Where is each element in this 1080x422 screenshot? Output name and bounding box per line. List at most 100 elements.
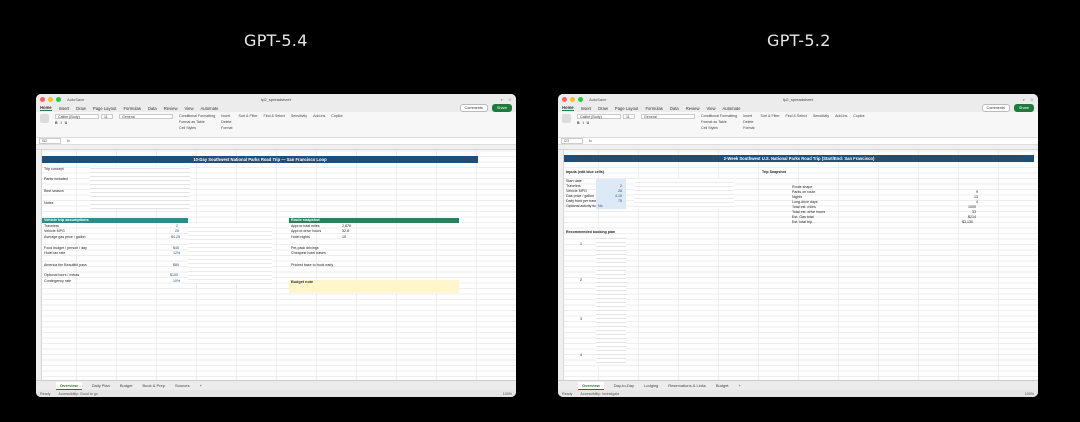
conditional-formatting-button[interactable]: Conditional Formatting xyxy=(179,114,215,118)
comments-button[interactable]: Comments xyxy=(459,104,488,112)
copilot-button[interactable]: Copilot xyxy=(331,114,342,118)
assumption-value[interactable]: $80 xyxy=(173,263,179,268)
menu-review[interactable]: Review xyxy=(164,106,178,111)
name-box[interactable]: I52 xyxy=(39,138,61,144)
share-button[interactable]: Share xyxy=(1013,104,1034,112)
autosave-label[interactable]: AutoSave xyxy=(67,97,84,102)
share-button[interactable]: Share xyxy=(491,104,512,112)
menu-view[interactable]: View xyxy=(184,106,193,111)
paste-icon[interactable] xyxy=(562,114,571,123)
add-sheet-icon[interactable]: + xyxy=(200,383,202,388)
accessibility-status[interactable]: Accessibility: Good to go xyxy=(58,392,97,396)
menu-formulas[interactable]: Formulas xyxy=(645,106,662,111)
assumption-value[interactable]: 25 xyxy=(175,229,179,234)
sheet-grid[interactable]: 2-Week Southwest U.S. National Parks Roa… xyxy=(558,145,1038,380)
sheet-grid[interactable]: 10-Day Southwest National Parks Road Tri… xyxy=(36,145,516,380)
menu-data[interactable]: Data xyxy=(670,106,679,111)
format-button[interactable]: Format xyxy=(221,126,232,130)
assumption-value[interactable]: 12% xyxy=(173,251,180,256)
menu-insert[interactable]: Insert xyxy=(59,106,69,111)
tab-lodging[interactable]: Lodging xyxy=(644,383,658,388)
close-icon[interactable] xyxy=(562,96,567,102)
menu-home[interactable]: Home xyxy=(40,105,52,111)
copilot-button[interactable]: Copilot xyxy=(853,114,864,118)
font-size-select[interactable]: 11 xyxy=(623,114,635,119)
tab-sources[interactable]: Sources xyxy=(175,383,190,388)
underline-icon[interactable]: U xyxy=(587,121,590,125)
tab-book-prep[interactable]: Book & Prep xyxy=(143,383,165,388)
bold-icon[interactable]: B xyxy=(577,121,580,125)
close-icon[interactable] xyxy=(40,96,45,102)
profile-icon[interactable]: ☺ xyxy=(1030,97,1034,102)
tab-day-to-day[interactable]: Day-to-Day xyxy=(614,383,634,388)
tab-budget[interactable]: Budget xyxy=(120,383,133,388)
comments-button[interactable]: Comments xyxy=(981,104,1010,112)
menu-review[interactable]: Review xyxy=(686,106,700,111)
paste-icon[interactable] xyxy=(40,114,49,123)
menu-draw[interactable]: Draw xyxy=(76,106,86,111)
find-select-button[interactable]: Find & Select xyxy=(786,114,807,118)
format-as-table-button[interactable]: Format as Table xyxy=(701,120,737,124)
italic-icon[interactable]: I xyxy=(61,121,62,125)
format-as-table-button[interactable]: Format as Table xyxy=(179,120,215,124)
cell-styles-button[interactable]: Cell Styles xyxy=(179,126,215,130)
add-ins-button[interactable]: Add-ins xyxy=(835,114,847,118)
insert-button[interactable]: Insert xyxy=(221,114,232,118)
sort-filter-button[interactable]: Sort & Filter xyxy=(761,114,780,118)
zoom-level[interactable]: 100% xyxy=(503,392,512,396)
input-value[interactable]: 75 xyxy=(618,199,622,204)
tab-overview[interactable]: Overview xyxy=(56,381,82,390)
delete-button[interactable]: Delete xyxy=(743,120,754,124)
tab-daily-plan[interactable]: Daily Plan xyxy=(92,383,110,388)
add-sheet-icon[interactable]: + xyxy=(739,383,741,388)
tab-reservations-links[interactable]: Reservations & Links xyxy=(668,383,706,388)
number-format-select[interactable]: General xyxy=(119,114,173,119)
minimize-icon[interactable] xyxy=(570,96,575,102)
menu-insert[interactable]: Insert xyxy=(581,106,591,111)
menu-data[interactable]: Data xyxy=(148,106,157,111)
menu-automate[interactable]: Automate xyxy=(723,106,741,111)
assumption-value[interactable]: $4.25 xyxy=(171,235,180,240)
menu-page-layout[interactable]: Page Layout xyxy=(93,106,117,111)
assumption-value[interactable]: 10% xyxy=(173,279,180,284)
insert-button[interactable]: Insert xyxy=(743,114,754,118)
find-select-button[interactable]: Find & Select xyxy=(264,114,285,118)
tab-budget[interactable]: Budget xyxy=(716,383,729,388)
profile-icon[interactable]: ☺ xyxy=(508,97,512,102)
menu-view[interactable]: View xyxy=(706,106,715,111)
name-box[interactable]: I23 xyxy=(561,138,583,144)
format-button[interactable]: Format xyxy=(743,126,754,130)
menu-formulas[interactable]: Formulas xyxy=(123,106,140,111)
underline-icon[interactable]: U xyxy=(65,121,68,125)
autosave-label[interactable]: AutoSave xyxy=(589,97,606,102)
search-icon[interactable]: ⌕ xyxy=(501,97,503,102)
font-size-select[interactable]: 11 xyxy=(101,114,113,119)
number-format-select[interactable]: General xyxy=(641,114,695,119)
assumption-label: Optional tours / extras xyxy=(44,273,80,277)
font-select[interactable]: Calibri (Body) xyxy=(55,114,99,119)
sensitivity-button[interactable]: Sensitivity xyxy=(813,114,829,118)
search-icon[interactable]: ⌕ xyxy=(1023,97,1025,102)
accessibility-status[interactable]: Accessibility: Investigate xyxy=(580,392,619,396)
zoom-icon[interactable] xyxy=(56,96,61,102)
ribbon: Calibri (Body) 11 BIU General Conditiona… xyxy=(558,112,1038,138)
delete-button[interactable]: Delete xyxy=(221,120,232,124)
menu-draw[interactable]: Draw xyxy=(598,106,608,111)
sensitivity-button[interactable]: Sensitivity xyxy=(291,114,307,118)
zoom-level[interactable]: 100% xyxy=(1025,392,1034,396)
tab-overview[interactable]: Overview xyxy=(578,381,604,390)
menu-page-layout[interactable]: Page Layout xyxy=(615,106,639,111)
zoom-icon[interactable] xyxy=(578,96,583,102)
menu-home[interactable]: Home xyxy=(562,105,574,111)
input-value[interactable]: No xyxy=(598,204,603,209)
italic-icon[interactable]: I xyxy=(583,121,584,125)
conditional-formatting-button[interactable]: Conditional Formatting xyxy=(701,114,737,118)
menu-automate[interactable]: Automate xyxy=(201,106,219,111)
add-ins-button[interactable]: Add-ins xyxy=(313,114,325,118)
font-select[interactable]: Calibri (Body) xyxy=(577,114,621,119)
assumption-value[interactable]: $150 xyxy=(170,273,178,278)
minimize-icon[interactable] xyxy=(48,96,53,102)
cell-styles-button[interactable]: Cell Styles xyxy=(701,126,737,130)
sort-filter-button[interactable]: Sort & Filter xyxy=(239,114,258,118)
bold-icon[interactable]: B xyxy=(55,121,58,125)
